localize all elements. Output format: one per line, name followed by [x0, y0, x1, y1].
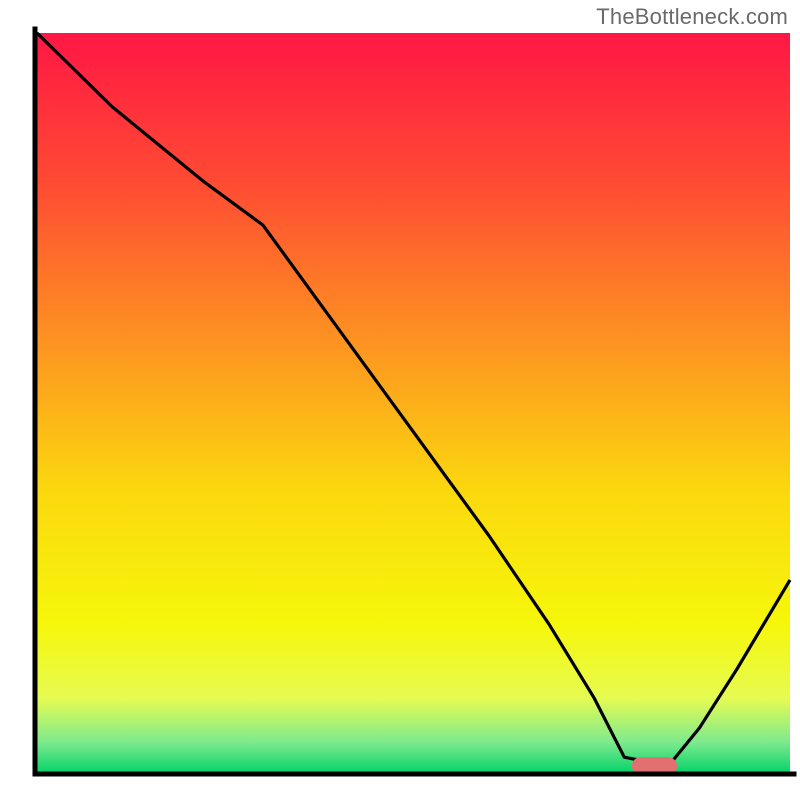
- plot-background: [37, 33, 790, 772]
- bottleneck-chart: [0, 0, 800, 800]
